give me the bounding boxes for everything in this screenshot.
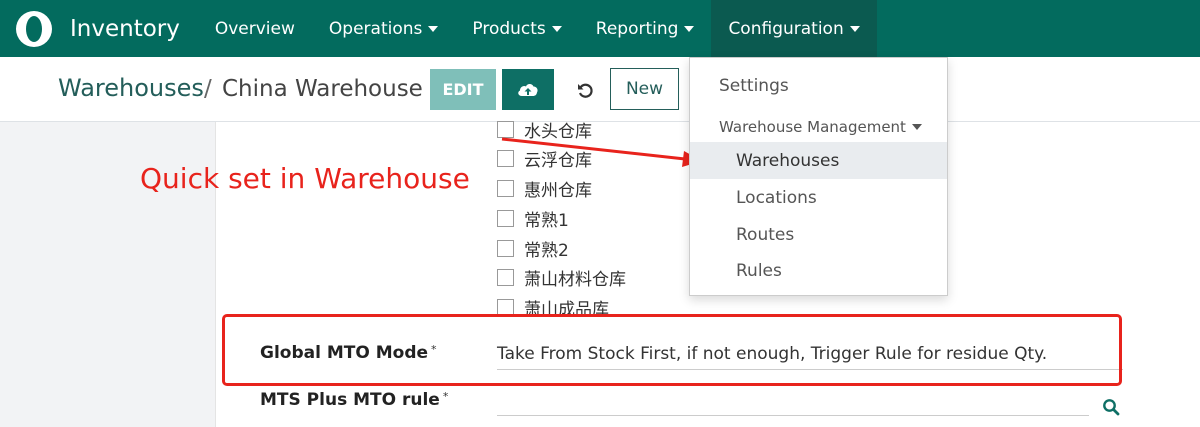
nav-overview[interactable]: Overview [198, 0, 312, 57]
breadcrumb-separator: / [204, 76, 212, 102]
checkbox[interactable] [497, 298, 514, 316]
annotation-arrow [501, 137, 702, 167]
menu-section-label: Warehouse Management [719, 118, 906, 136]
nav-reporting[interactable]: Reporting [579, 0, 712, 57]
checkbox[interactable] [497, 239, 514, 257]
discard-button[interactable] [568, 69, 602, 110]
cloud-upload-icon [518, 83, 538, 96]
new-button[interactable]: New [610, 68, 679, 110]
warehouse-label: 常熟1 [524, 210, 569, 231]
nav-reporting-label: Reporting [595, 18, 679, 39]
search-icon[interactable] [1102, 398, 1120, 416]
nav-operations-label: Operations [328, 18, 423, 39]
app-logo-icon[interactable] [14, 9, 54, 49]
caret-down-icon [428, 25, 439, 32]
checkbox[interactable] [497, 209, 514, 227]
menu-item-rules[interactable]: Rules [690, 252, 947, 289]
menu-item-locations[interactable]: Locations [690, 179, 947, 216]
menu-item-settings[interactable]: Settings [690, 67, 947, 104]
menu-item-routes[interactable]: Routes [690, 216, 947, 253]
warehouse-label: 常熟2 [524, 240, 569, 261]
nav-operations[interactable]: Operations [312, 0, 455, 57]
warehouse-label: 惠州仓库 [524, 180, 592, 201]
checkbox[interactable] [497, 268, 514, 286]
nav-products[interactable]: Products [455, 0, 578, 57]
configuration-dropdown-menu: Settings Warehouse Management Warehouses… [689, 57, 948, 296]
warehouse-item[interactable]: 惠州仓库 [497, 175, 592, 201]
caret-down-icon [684, 25, 695, 32]
caret-down-icon [849, 25, 860, 32]
mts-mto-rule-label: MTS Plus MTO rule * [260, 390, 448, 410]
breadcrumb-warehouses-link[interactable]: Warehouses [58, 74, 204, 102]
warehouse-label: 萧山材料仓库 [524, 269, 626, 290]
mts-mto-rule-underline [497, 415, 1089, 416]
nav-overview-label: Overview [214, 18, 295, 39]
menu-section-warehouse-management: Warehouse Management [719, 118, 922, 136]
nav-configuration-label: Configuration [728, 18, 844, 39]
required-mark: * [442, 390, 449, 403]
caret-down-icon [551, 25, 562, 32]
checkbox[interactable] [497, 179, 514, 197]
app-name[interactable]: Inventory [70, 16, 180, 42]
control-panel: Warehouses / China Warehouse EDIT New [0, 57, 1200, 122]
nav-configuration[interactable]: Configuration [711, 0, 877, 57]
mts-mto-rule-input[interactable] [497, 390, 1087, 414]
undo-icon [578, 83, 593, 98]
mts-mto-rule-label-text: MTS Plus MTO rule [260, 390, 440, 410]
warehouse-item[interactable]: 常熟1 [497, 205, 569, 231]
breadcrumb-current: China Warehouse [222, 76, 423, 102]
top-navbar: Inventory Overview Operations Products R… [0, 0, 1200, 57]
save-button[interactable] [502, 69, 554, 110]
nav-products-label: Products [472, 18, 546, 39]
warehouse-item[interactable]: 常熟2 [497, 235, 569, 261]
caret-down-icon [911, 124, 922, 130]
warehouse-item[interactable]: 萧山材料仓库 [497, 264, 626, 290]
edit-button[interactable]: EDIT [430, 69, 496, 110]
annotation-text: Quick set in Warehouse [140, 162, 470, 195]
highlight-box [222, 314, 1122, 386]
menu-item-warehouses[interactable]: Warehouses [690, 142, 947, 179]
